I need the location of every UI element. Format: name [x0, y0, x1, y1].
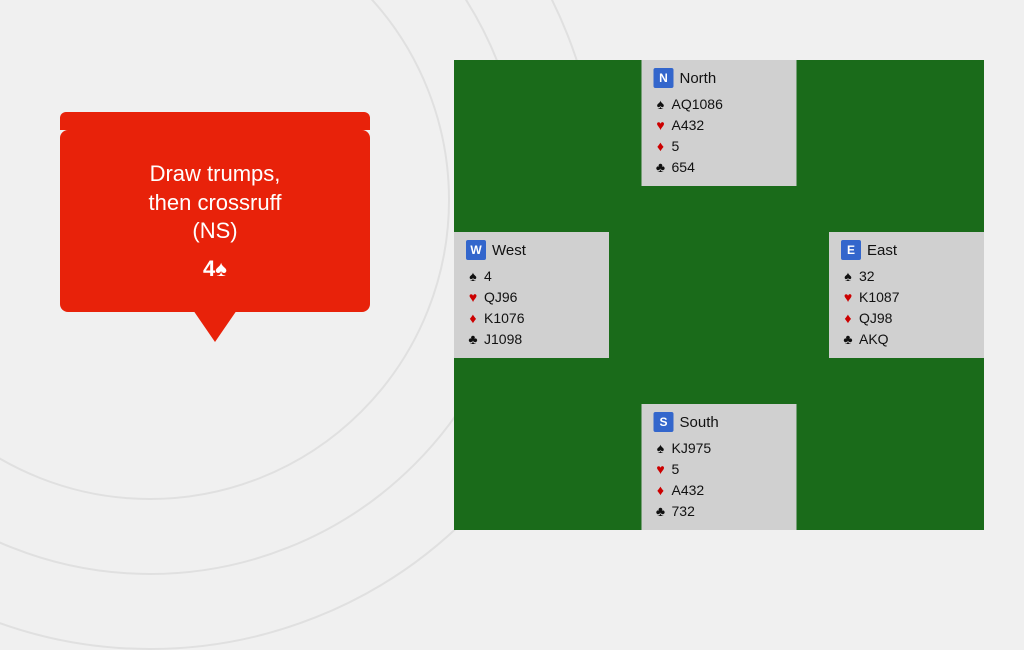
hand-west: W West ♠ 4 ♥ QJ96 ♦ K1076 ♣ J1098 [454, 232, 609, 358]
hand-east: E East ♠ 32 ♥ K1087 ♦ QJ98 ♣ AKQ [829, 232, 984, 358]
west-label: West [492, 242, 526, 259]
east-clubs: ♣ AKQ [841, 329, 972, 350]
north-label: North [680, 70, 717, 87]
hand-south: S South ♠ KJ975 ♥ 5 ♦ A432 ♣ 732 [642, 404, 797, 530]
south-badge: S [654, 412, 674, 432]
diamond-suit: ♦ [841, 308, 855, 329]
heart-suit: ♥ [654, 459, 668, 480]
hand-north: N North ♠ AQ1086 ♥ A432 ♦ 5 ♣ 654 [642, 60, 797, 186]
bridge-table: N North ♠ AQ1086 ♥ A432 ♦ 5 ♣ 654 W West… [454, 60, 984, 530]
club-suit: ♣ [466, 329, 480, 350]
east-hearts: ♥ K1087 [841, 287, 972, 308]
south-hearts: ♥ 5 [654, 459, 785, 480]
west-hearts: ♥ QJ96 [466, 287, 597, 308]
speech-bubble-top-bar [60, 112, 370, 130]
north-spades: ♠ AQ1086 [654, 94, 785, 115]
diamond-suit: ♦ [654, 136, 668, 157]
spade-suit: ♠ [654, 94, 668, 115]
north-badge: N [654, 68, 674, 88]
speech-bubble-text: Draw trumps, then crossruff (NS) [80, 160, 350, 246]
west-badge: W [466, 240, 486, 260]
south-clubs: ♣ 732 [654, 501, 785, 522]
north-clubs: ♣ 654 [654, 157, 785, 178]
west-diamonds: ♦ K1076 [466, 308, 597, 329]
heart-suit: ♥ [841, 287, 855, 308]
east-spades: ♠ 32 [841, 266, 972, 287]
south-spades: ♠ KJ975 [654, 438, 785, 459]
heart-suit: ♥ [466, 287, 480, 308]
heart-suit: ♥ [654, 115, 668, 136]
diamond-suit: ♦ [654, 480, 668, 501]
speech-bubble: Draw trumps, then crossruff (NS) 4♠ [60, 130, 370, 312]
club-suit: ♣ [654, 501, 668, 522]
speech-bubble-contract: 4♠ [80, 256, 350, 282]
east-badge: E [841, 240, 861, 260]
south-label: South [680, 414, 719, 431]
spade-suit: ♠ [841, 266, 855, 287]
east-label: East [867, 242, 897, 259]
spade-icon: ♠ [215, 256, 227, 281]
north-diamonds: ♦ 5 [654, 136, 785, 157]
spade-suit: ♠ [466, 266, 480, 287]
east-diamonds: ♦ QJ98 [841, 308, 972, 329]
south-diamonds: ♦ A432 [654, 480, 785, 501]
spade-suit: ♠ [654, 438, 668, 459]
west-spades: ♠ 4 [466, 266, 597, 287]
north-hearts: ♥ A432 [654, 115, 785, 136]
diamond-suit: ♦ [466, 308, 480, 329]
west-clubs: ♣ J1098 [466, 329, 597, 350]
club-suit: ♣ [841, 329, 855, 350]
club-suit: ♣ [654, 157, 668, 178]
